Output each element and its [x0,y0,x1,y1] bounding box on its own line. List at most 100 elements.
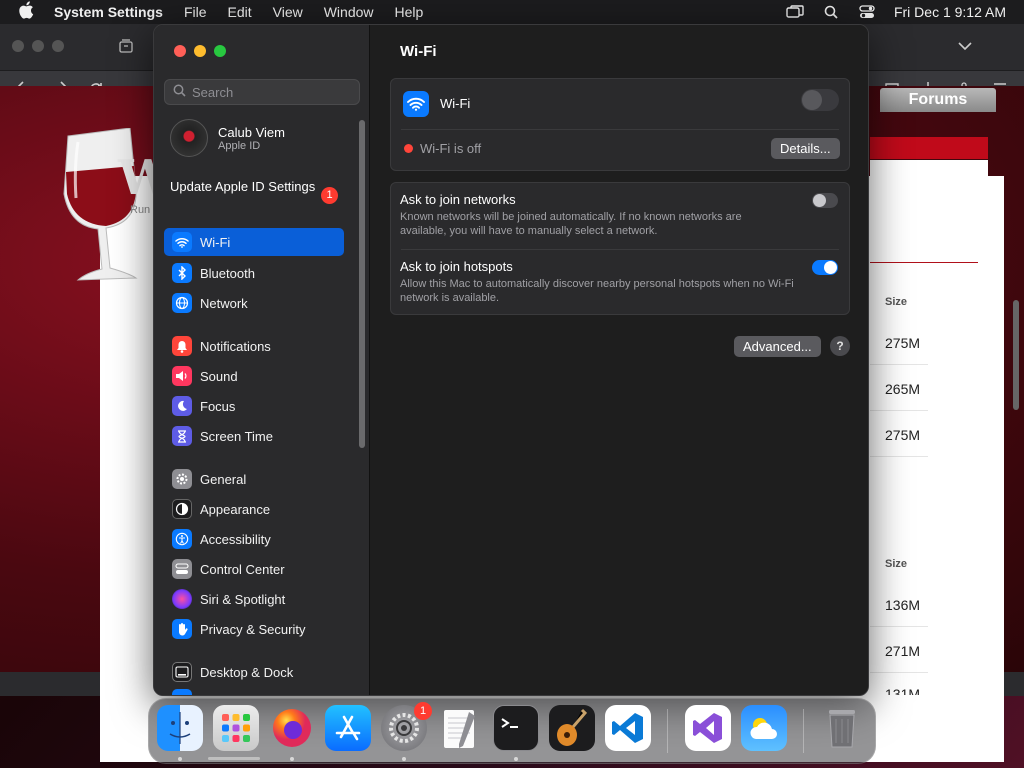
browser-traffic-lights [12,40,64,52]
dock: 1 [148,698,876,764]
system-settings-badge: 1 [414,702,432,720]
sidebar-item-appearance[interactable]: Appearance [164,495,344,523]
sidebar-item-control-center[interactable]: Control Center [164,555,344,583]
app-menu[interactable]: System Settings [54,4,163,20]
update-apple-id-settings[interactable]: Update Apple ID Settings [170,179,340,195]
control-center-icon [172,559,192,579]
close-button[interactable] [174,45,186,57]
sidebar-item-privacy-security[interactable]: Privacy & Security [164,615,344,643]
ask-hotspots-description: Allow this Mac to automatically discover… [400,278,794,304]
garageband-icon[interactable] [549,705,595,751]
running-indicator [402,757,406,761]
wifi-icon [172,232,192,252]
dock-scroll-indicator [208,757,260,760]
dock-separator [803,709,804,753]
screen-mirroring-icon[interactable] [786,5,804,19]
wine-tagline-fragment: Run [130,204,151,216]
ask-networks-toggle[interactable] [812,193,838,208]
ask-hotspots-row: Ask to join hotspots Allow this Mac to a… [391,250,849,316]
sidebar-item-accessibility[interactable]: Accessibility [164,525,344,553]
globe-icon [172,293,192,313]
sidebar-item-label: Wi-Fi [200,234,231,250]
download-size: 131M [885,686,921,695]
speaker-icon [172,366,192,386]
hourglass-icon [172,426,192,446]
firefox-icon[interactable] [269,705,315,751]
update-badge: 1 [321,187,338,204]
bell-icon [172,336,192,356]
ask-networks-label: Ask to join networks [400,192,516,207]
window-traffic-lights [174,45,226,57]
terminal-icon[interactable] [493,705,539,751]
wifi-label: Wi-Fi [440,96,471,111]
running-indicator [514,757,518,761]
ask-networks-description: Known networks will be joined automatica… [400,211,742,237]
advanced-button[interactable]: Advanced... [734,336,821,357]
wifi-toggle[interactable] [801,89,839,111]
sidebar-item-general[interactable]: General [164,465,344,493]
size-column-header: Size [885,296,908,308]
launchpad-icon[interactable] [213,705,259,751]
visual-studio-icon[interactable] [685,705,731,751]
control-center-icon[interactable] [858,5,876,19]
textedit-icon[interactable] [437,705,483,751]
app-store-icon[interactable] [325,705,371,751]
sidebar-item-sound[interactable]: Sound [164,362,344,390]
browser-close-button[interactable] [12,40,24,52]
help-button[interactable]: ? [830,336,850,356]
sidebar-item-label: Appearance [200,501,271,517]
sidebar-item-bluetooth[interactable]: Bluetooth [164,259,344,287]
appearance-icon [172,499,192,519]
download-size: 275M [885,335,921,351]
running-indicator [178,757,182,761]
browser-scrollbar[interactable] [1013,300,1019,410]
sidebar-item-label: Sound [200,368,238,384]
search-input[interactable] [192,84,352,100]
help-menu[interactable]: Help [395,4,424,20]
sidebar-item-desktop-dock[interactable]: Desktop & Dock [164,658,344,686]
accessibility-icon [172,529,192,549]
apple-id-profile[interactable]: Calub Viem Apple ID [170,119,285,157]
sidebar-item-label: Accessibility [200,531,271,547]
spotlight-search-icon[interactable] [822,5,840,19]
wifi-card: Wi-Fi Wi-Fi is off Details... [390,78,850,171]
sidebar-item-wifi[interactable]: Wi-Fi [164,228,344,256]
tab-list-chevron-down-icon[interactable] [956,38,974,56]
site-search-field[interactable] [870,160,988,182]
forums-tab[interactable]: Forums [880,88,996,112]
browser-zoom-button[interactable] [52,40,64,52]
gear-icon [172,469,192,489]
trash-icon[interactable] [819,705,865,751]
finder-icon[interactable] [157,705,203,751]
section-divider [870,262,978,263]
download-size: 265M [885,381,921,397]
table-row-divider [870,672,928,673]
sidebar-item-label: Privacy & Security [200,621,306,637]
vscode-icon[interactable] [605,705,651,751]
weather-icon[interactable] [741,705,787,751]
minimize-button[interactable] [194,45,206,57]
edit-menu[interactable]: Edit [228,4,252,20]
sidebar-search[interactable] [164,79,360,105]
running-indicator [290,757,294,761]
bluetooth-icon [172,263,192,283]
zoom-button[interactable] [214,45,226,57]
sidebar-item-notifications[interactable]: Notifications [164,332,344,360]
sidebar-scrollbar[interactable] [359,120,365,448]
table-row-divider [870,626,928,627]
sidebar-item-network[interactable]: Network [164,289,344,317]
apple-menu-icon[interactable] [18,0,40,24]
browser-minimize-button[interactable] [32,40,44,52]
details-button[interactable]: Details... [771,138,840,159]
view-menu[interactable]: View [273,4,303,20]
tab-overview-icon[interactable] [117,38,135,56]
ask-hotspots-toggle[interactable] [812,260,838,275]
sidebar-item-focus[interactable]: Focus [164,392,344,420]
menu-bar-clock[interactable]: Fri Dec 1 9:12 AM [894,4,1006,20]
profile-name: Calub Viem [218,124,285,140]
sidebar-item-screen-time[interactable]: Screen Time [164,422,344,450]
sidebar-item-siri-spotlight[interactable]: Siri & Spotlight [164,585,344,613]
file-menu[interactable]: File [184,4,207,20]
sidebar-item-label: Desktop & Dock [200,664,294,680]
window-menu[interactable]: Window [324,4,374,20]
